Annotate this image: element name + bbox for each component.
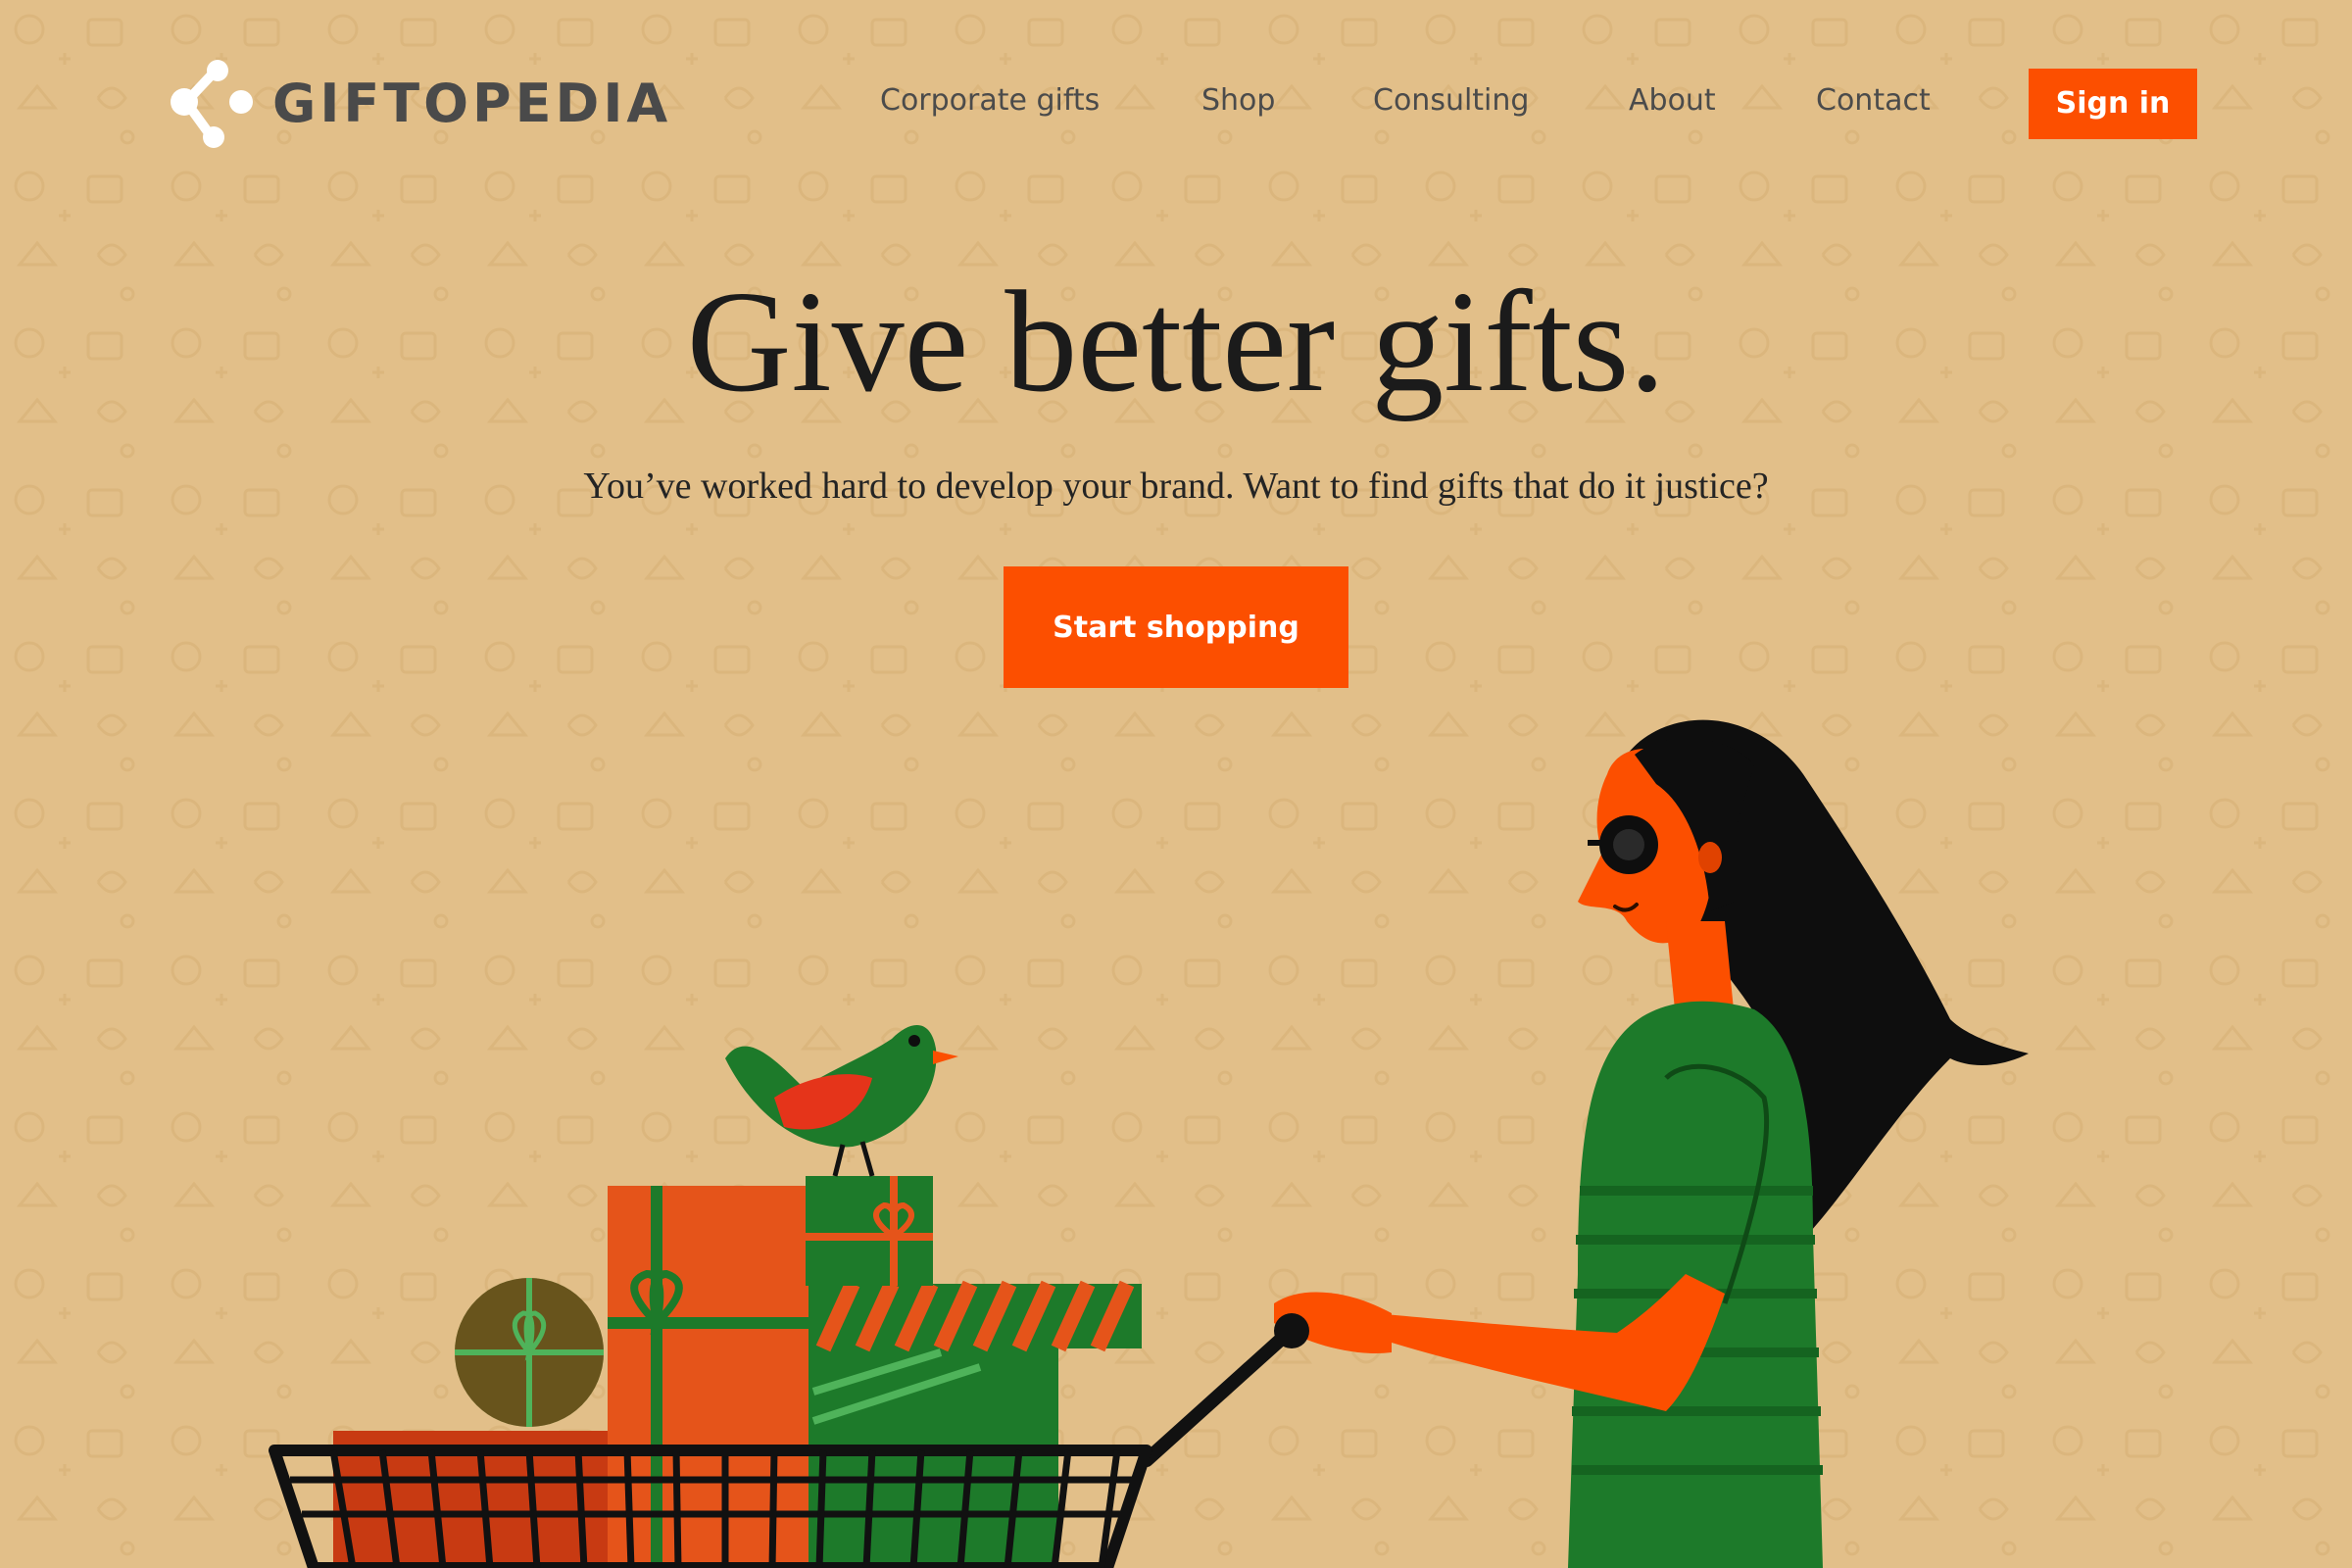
nav-corporate-gifts[interactable]: Corporate gifts xyxy=(880,86,1100,116)
start-shopping-button[interactable]: Start shopping xyxy=(1004,566,1348,688)
hero-subtitle: You’ve worked hard to develop your brand… xyxy=(583,466,1769,507)
nav-contact[interactable]: Contact xyxy=(1816,86,1931,116)
shopping-cart-illustration xyxy=(269,1176,1309,1568)
nav-shop[interactable]: Shop xyxy=(1201,86,1275,116)
nav-about[interactable]: About xyxy=(1629,86,1716,116)
woman-illustration xyxy=(1274,719,2029,1568)
nav-consulting[interactable]: Consulting xyxy=(1373,86,1529,116)
hero-title: Give better gifts. xyxy=(686,262,1666,422)
bird-illustration xyxy=(725,1025,958,1177)
sign-in-button[interactable]: Sign in xyxy=(2029,69,2197,139)
hero-illustration xyxy=(269,719,2029,1568)
doodle-background-pattern xyxy=(0,0,2352,1568)
main-nav: Corporate gifts Shop Consulting About Co… xyxy=(0,69,2352,141)
site-header: GIFTOPEDIA Corporate gifts Shop Consulti… xyxy=(0,0,2352,216)
